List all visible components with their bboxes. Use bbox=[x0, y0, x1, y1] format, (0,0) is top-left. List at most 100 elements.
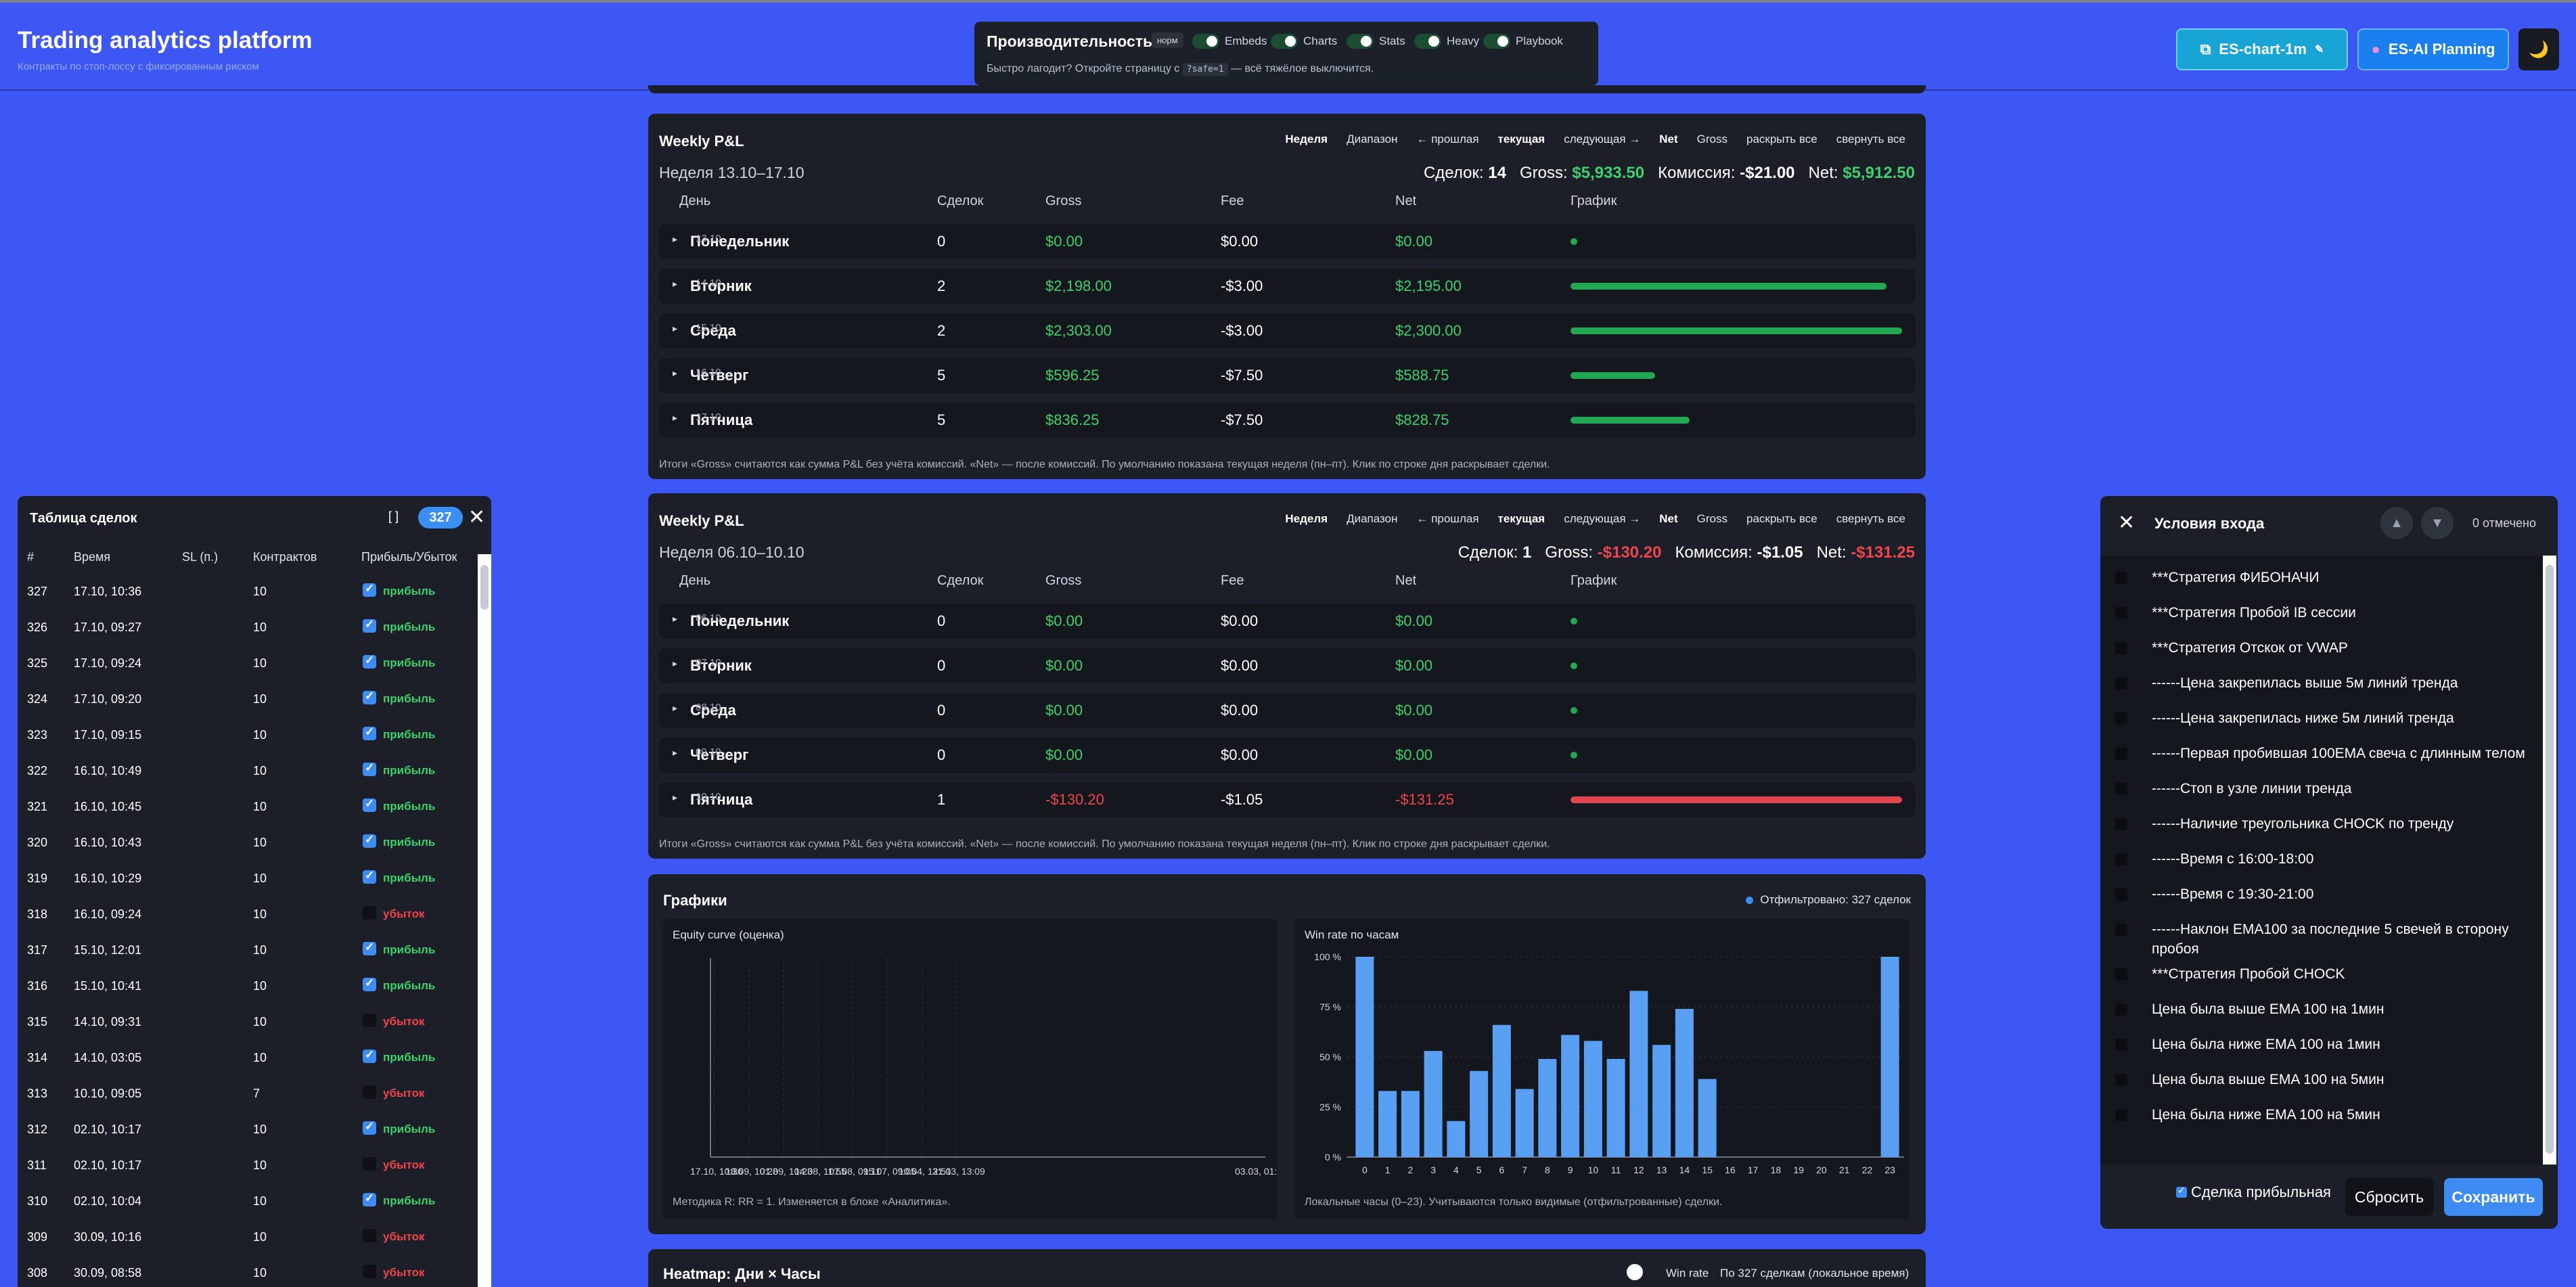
table-row[interactable]: 316 15.10, 10:41 10 прибыль bbox=[18, 968, 478, 1004]
nav-next[interactable]: следующая → bbox=[1564, 512, 1640, 526]
es-chart-button[interactable]: ⧉ ES-chart-1m ✎ bbox=[2176, 28, 2348, 70]
day-row[interactable]: ▸ Понедельник 13.10 0 $0.00 $0.00 $0.00 bbox=[659, 224, 1916, 259]
scrollbar-thumb[interactable] bbox=[480, 565, 489, 610]
checkbox-icon[interactable] bbox=[2115, 818, 2127, 830]
result-checkbox[interactable] bbox=[363, 1085, 376, 1099]
profitable-checkbox[interactable]: Сделка прибыльная bbox=[2176, 1183, 2331, 1201]
nav-range[interactable]: Диапазон bbox=[1347, 133, 1397, 146]
result-checkbox[interactable] bbox=[363, 618, 376, 633]
col-pnl[interactable]: Прибыль/Убыток bbox=[361, 550, 457, 564]
table-row[interactable]: 319 16.10, 10:29 10 прибыль bbox=[18, 861, 478, 897]
nav-net[interactable]: Net bbox=[1659, 133, 1677, 146]
nav-gross[interactable]: Gross bbox=[1697, 512, 1727, 526]
nav-collapse-all[interactable]: свернуть все bbox=[1836, 133, 1905, 146]
result-checkbox[interactable] bbox=[363, 761, 376, 776]
nav-current[interactable]: текущая bbox=[1498, 512, 1545, 526]
checkbox-icon[interactable] bbox=[2115, 607, 2127, 619]
performance-mode-badge[interactable]: норм bbox=[1152, 32, 1183, 48]
result-checkbox[interactable] bbox=[363, 1120, 376, 1135]
result-checkbox[interactable] bbox=[363, 654, 376, 669]
checkbox-icon[interactable] bbox=[2115, 1003, 2127, 1016]
table-row[interactable]: 315 14.10, 09:31 10 убыток bbox=[18, 1004, 478, 1040]
day-row[interactable]: ▸ Пятница 17.10 5 $836.25 -$7.50 $828.75 bbox=[659, 403, 1916, 438]
checkbox-icon[interactable] bbox=[2115, 642, 2127, 654]
checkbox-icon[interactable] bbox=[2115, 713, 2127, 725]
nav-prev[interactable]: ← прошлая bbox=[1416, 512, 1478, 526]
result-checkbox[interactable] bbox=[363, 906, 376, 920]
table-row[interactable]: 312 02.10, 10:17 10 прибыль bbox=[18, 1112, 478, 1148]
winrate-toggle[interactable] bbox=[1627, 1264, 1643, 1280]
toggle-heavy[interactable]: Heavy bbox=[1414, 31, 1479, 51]
checkbox-icon[interactable] bbox=[2115, 783, 2127, 795]
result-checkbox[interactable] bbox=[363, 1157, 376, 1171]
checkbox-icon[interactable] bbox=[2115, 1039, 2127, 1051]
result-checkbox[interactable] bbox=[363, 869, 376, 884]
result-checkbox[interactable] bbox=[363, 1014, 376, 1027]
deals-expand-button[interactable]: [ ] bbox=[388, 510, 399, 524]
checkbox-icon[interactable] bbox=[2115, 1074, 2127, 1086]
toggle-charts[interactable]: Charts bbox=[1271, 31, 1337, 51]
result-checkbox[interactable] bbox=[363, 941, 376, 955]
day-row[interactable]: ▸ Вторник 07.10 0 $0.00 $0.00 $0.00 bbox=[659, 648, 1916, 683]
close-icon[interactable]: ✕ bbox=[2118, 511, 2135, 535]
table-row[interactable]: 323 17.10, 09:15 10 прибыль bbox=[18, 717, 478, 753]
checkbox-icon[interactable] bbox=[2115, 1109, 2127, 1121]
table-row[interactable]: 325 17.10, 09:24 10 прибыль bbox=[18, 646, 478, 681]
day-row[interactable]: ▸ Среда 08.10 0 $0.00 $0.00 $0.00 bbox=[659, 693, 1916, 728]
table-row[interactable]: 324 17.10, 09:20 10 прибыль bbox=[18, 681, 478, 717]
table-row[interactable]: 308 30.09, 08:58 10 убыток bbox=[18, 1255, 478, 1287]
table-row[interactable]: 311 02.10, 10:17 10 убыток bbox=[18, 1148, 478, 1183]
theme-toggle-button[interactable]: 🌙 bbox=[2518, 28, 2559, 70]
toggle-embeds[interactable]: Embeds bbox=[1192, 31, 1267, 51]
table-row[interactable]: 313 10.10, 09:05 7 убыток bbox=[18, 1076, 478, 1112]
nav-prev[interactable]: ← прошлая bbox=[1416, 133, 1478, 146]
close-icon[interactable]: ✕ bbox=[468, 505, 485, 529]
reset-button[interactable]: Сбросить bbox=[2345, 1178, 2433, 1216]
ai-planning-button[interactable]: ● ES-AI Planning bbox=[2357, 28, 2509, 70]
deals-scrollbar[interactable] bbox=[478, 554, 491, 1287]
result-checkbox[interactable] bbox=[363, 690, 376, 704]
nav-week[interactable]: Неделя bbox=[1285, 133, 1328, 146]
day-row[interactable]: ▸ Понедельник 06.10 0 $0.00 $0.00 $0.00 bbox=[659, 604, 1916, 639]
scrollbar-thumb[interactable] bbox=[2546, 565, 2554, 1154]
result-checkbox[interactable] bbox=[363, 1265, 376, 1278]
table-row[interactable]: 318 16.10, 09:24 10 убыток bbox=[18, 897, 478, 932]
table-row[interactable]: 327 17.10, 10:36 10 прибыль bbox=[18, 574, 478, 610]
result-checkbox[interactable] bbox=[363, 1048, 376, 1063]
nav-next[interactable]: следующая → bbox=[1564, 133, 1640, 146]
table-row[interactable]: 321 16.10, 10:45 10 прибыль bbox=[18, 789, 478, 825]
result-checkbox[interactable] bbox=[363, 833, 376, 848]
nav-net[interactable]: Net bbox=[1659, 512, 1677, 526]
result-checkbox[interactable] bbox=[363, 582, 376, 597]
nav-current[interactable]: текущая bbox=[1498, 133, 1545, 146]
checkbox-icon[interactable] bbox=[2115, 968, 2127, 980]
nav-expand-all[interactable]: раскрыть все bbox=[1746, 512, 1817, 526]
result-checkbox[interactable] bbox=[363, 725, 376, 740]
toggle-playbook[interactable]: Playbook bbox=[1483, 31, 1563, 51]
table-row[interactable]: 317 15.10, 12:01 10 прибыль bbox=[18, 932, 478, 968]
result-checkbox[interactable] bbox=[363, 1192, 376, 1206]
day-row[interactable]: ▸ Вторник 14.10 2 $2,198.00 -$3.00 $2,195.00 bbox=[659, 269, 1916, 304]
table-row[interactable]: 326 17.10, 09:27 10 прибыль bbox=[18, 610, 478, 646]
toggle-stats[interactable]: Stats bbox=[1347, 31, 1405, 51]
day-row[interactable]: ▸ Четверг 09.10 0 $0.00 $0.00 $0.00 bbox=[659, 738, 1916, 773]
table-row[interactable]: 314 14.10, 03:05 10 прибыль bbox=[18, 1040, 478, 1076]
nav-expand-all[interactable]: раскрыть все bbox=[1746, 133, 1817, 146]
checkbox-icon[interactable] bbox=[2115, 853, 2127, 865]
table-row[interactable]: 309 30.09, 10:16 10 убыток bbox=[18, 1219, 478, 1255]
table-row[interactable]: 320 16.10, 10:43 10 прибыль bbox=[18, 825, 478, 861]
conditions-scrollbar[interactable] bbox=[2543, 556, 2556, 1165]
result-checkbox[interactable] bbox=[363, 1229, 376, 1242]
table-row[interactable]: 322 16.10, 10:49 10 прибыль bbox=[18, 753, 478, 789]
table-row[interactable]: 310 02.10, 10:04 10 прибыль bbox=[18, 1183, 478, 1219]
col-time[interactable]: Время bbox=[74, 550, 110, 564]
nav-range[interactable]: Диапазон bbox=[1347, 512, 1397, 526]
col-number[interactable]: # bbox=[27, 550, 34, 564]
col-sl[interactable]: SL (п.) bbox=[182, 550, 218, 564]
nav-gross[interactable]: Gross bbox=[1697, 133, 1727, 146]
chevron-down-icon[interactable]: ▼ bbox=[2421, 507, 2454, 539]
checkbox-icon[interactable] bbox=[2115, 677, 2127, 690]
checkbox-icon[interactable] bbox=[2115, 888, 2127, 901]
day-row[interactable]: ▸ Пятница 10.10 1 -$130.20 -$1.05 -$131.25 bbox=[659, 782, 1916, 817]
nav-collapse-all[interactable]: свернуть все bbox=[1836, 512, 1905, 526]
